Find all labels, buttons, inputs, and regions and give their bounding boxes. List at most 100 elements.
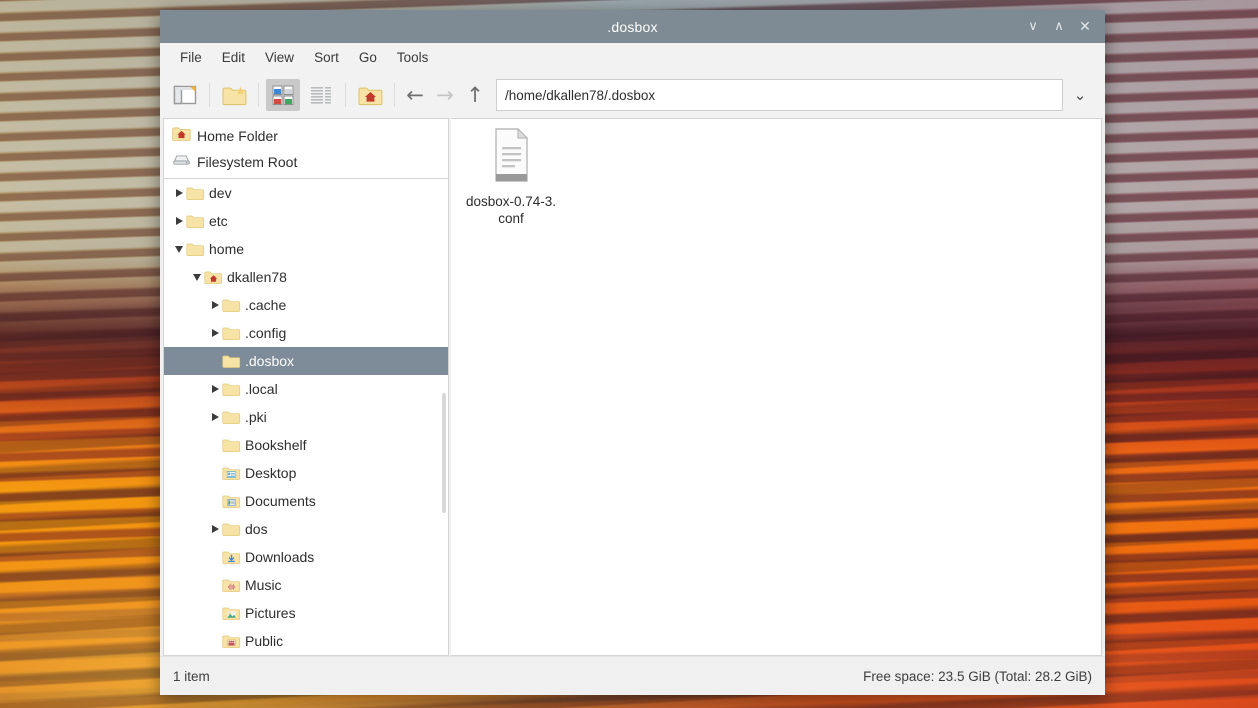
folder-icon (222, 437, 241, 453)
new-folder-icon[interactable] (217, 79, 251, 111)
menu-sort[interactable]: Sort (305, 47, 348, 68)
tree-item-label: home (209, 241, 245, 257)
tree-scrollbar-thumb[interactable] (442, 393, 446, 513)
arrow-left-icon[interactable]: ← (400, 80, 430, 110)
chevron-closed-icon[interactable] (208, 291, 222, 319)
twisty-placeholder (208, 347, 222, 375)
chevron-closed-icon[interactable] (208, 375, 222, 403)
twisty-placeholder (208, 571, 222, 599)
chevron-closed-icon[interactable] (208, 403, 222, 431)
tree-item-label: .config (245, 325, 287, 341)
chevron-closed-icon[interactable] (172, 207, 186, 235)
icon-view-icon[interactable] (266, 79, 300, 111)
documents-icon (222, 493, 241, 509)
folder-icon (222, 353, 241, 369)
tree-item-Documents[interactable]: Documents (164, 487, 448, 515)
tree-item-dot-cache[interactable]: .cache (164, 291, 448, 319)
music-icon (222, 577, 241, 593)
tree-item-label: .pki (245, 409, 267, 425)
tree-item-dot-dosbox[interactable]: .dosbox (164, 347, 448, 375)
tree-item-Bookshelf[interactable]: Bookshelf (164, 431, 448, 459)
directory-tree[interactable]: dev etc home dkallen78 .cache .config .dosbox.… (163, 178, 449, 656)
chevron-down-icon[interactable]: ⌄ (1063, 80, 1097, 110)
tree-item-label: .local (245, 381, 278, 397)
tree-scrollbar[interactable] (442, 179, 447, 655)
folder-icon (222, 521, 241, 537)
arrow-up-icon[interactable]: ↑ (460, 80, 490, 110)
toolbar-separator (345, 83, 346, 107)
tree-item-Music[interactable]: Music (164, 571, 448, 599)
sidebar: Home Folder Filesystem Root dev etc home dk… (163, 118, 449, 656)
folder-icon (186, 241, 205, 257)
chevron-open-icon[interactable] (190, 263, 204, 291)
tree-item-Pictures[interactable]: Pictures (164, 599, 448, 627)
chevron-closed-icon[interactable] (172, 179, 186, 207)
hard-drive-icon (172, 151, 191, 173)
toolbar-separator (258, 83, 259, 107)
tree-item-home[interactable]: home (164, 235, 448, 263)
downloads-icon (222, 549, 241, 565)
folder-icon (186, 185, 205, 201)
menu-view[interactable]: View (256, 47, 303, 68)
folder-icon (186, 213, 205, 229)
window-controls: ∨ ∧ ✕ (1021, 15, 1105, 39)
tree-item-dot-config[interactable]: .config (164, 319, 448, 347)
twisty-placeholder (208, 431, 222, 459)
menu-tools[interactable]: Tools (388, 47, 438, 68)
chevron-closed-icon[interactable] (208, 515, 222, 543)
maximize-icon[interactable]: ∧ (1047, 15, 1071, 39)
chevron-open-icon[interactable] (172, 235, 186, 263)
tree-item-etc[interactable]: etc (164, 207, 448, 235)
places-list: Home Folder Filesystem Root (163, 118, 449, 178)
tree-item-dkallen78[interactable]: dkallen78 (164, 263, 448, 291)
home-folder-icon (172, 125, 191, 147)
tree-item-label: etc (209, 213, 228, 229)
tree-item-dot-pki[interactable]: .pki (164, 403, 448, 431)
tree-item-label: Pictures (245, 605, 296, 621)
item-count: 1 item (173, 668, 210, 684)
menu-bar: File Edit View Sort Go Tools (160, 43, 1105, 72)
close-icon[interactable]: ✕ (1073, 15, 1097, 39)
twisty-placeholder (208, 459, 222, 487)
tree-item-label: dev (209, 185, 232, 201)
home-folder-icon[interactable] (353, 79, 387, 111)
list-view-icon[interactable] (304, 79, 338, 111)
tree-item-label: Music (245, 577, 282, 593)
tree-item-dos[interactable]: dos (164, 515, 448, 543)
window-body: Home Folder Filesystem Root dev etc home dk… (160, 118, 1105, 656)
tree-item-Downloads[interactable]: Downloads (164, 543, 448, 571)
folder-icon (222, 325, 241, 341)
file-manager-window: .dosbox ∨ ∧ ✕ File Edit View Sort Go Too… (160, 10, 1105, 695)
tree-item-Desktop[interactable]: Desktop (164, 459, 448, 487)
menu-edit[interactable]: Edit (213, 47, 254, 68)
minimize-icon[interactable]: ∨ (1021, 15, 1045, 39)
tree-item-dot-local[interactable]: .local (164, 375, 448, 403)
tree-item-label: dos (245, 521, 268, 537)
folder-icon (222, 409, 241, 425)
tree-item-label: Documents (245, 493, 316, 509)
toolbar-separator (394, 83, 395, 107)
desktop-icon (222, 465, 241, 481)
sidebar-panel-icon[interactable] (168, 79, 202, 111)
file-list-pane[interactable]: dosbox-0.74-3.conf (451, 118, 1102, 656)
menu-file[interactable]: File (171, 47, 211, 68)
tree-item-Public[interactable]: Public (164, 627, 448, 655)
tree-item-label: Downloads (245, 549, 315, 565)
path-input[interactable]: /home/dkallen78/.dosbox (496, 79, 1063, 111)
twisty-placeholder (208, 627, 222, 655)
place-filesystem-root[interactable]: Filesystem Root (164, 149, 448, 175)
tree-item-label: Public (245, 633, 284, 649)
file-item[interactable]: dosbox-0.74-3.conf (461, 127, 561, 227)
tree-item-dev[interactable]: dev (164, 179, 448, 207)
chevron-closed-icon[interactable] (208, 319, 222, 347)
twisty-placeholder (208, 543, 222, 571)
place-home-folder[interactable]: Home Folder (164, 123, 448, 149)
folder-icon (222, 297, 241, 313)
tree-item-label: .cache (245, 297, 287, 313)
menu-go[interactable]: Go (350, 47, 386, 68)
arrow-right-icon[interactable]: → (430, 80, 460, 110)
window-title: .dosbox (607, 18, 658, 35)
title-bar[interactable]: .dosbox ∨ ∧ ✕ (160, 10, 1105, 43)
tree-item-label: dkallen78 (227, 269, 287, 285)
tree-item-label: Bookshelf (245, 437, 307, 453)
